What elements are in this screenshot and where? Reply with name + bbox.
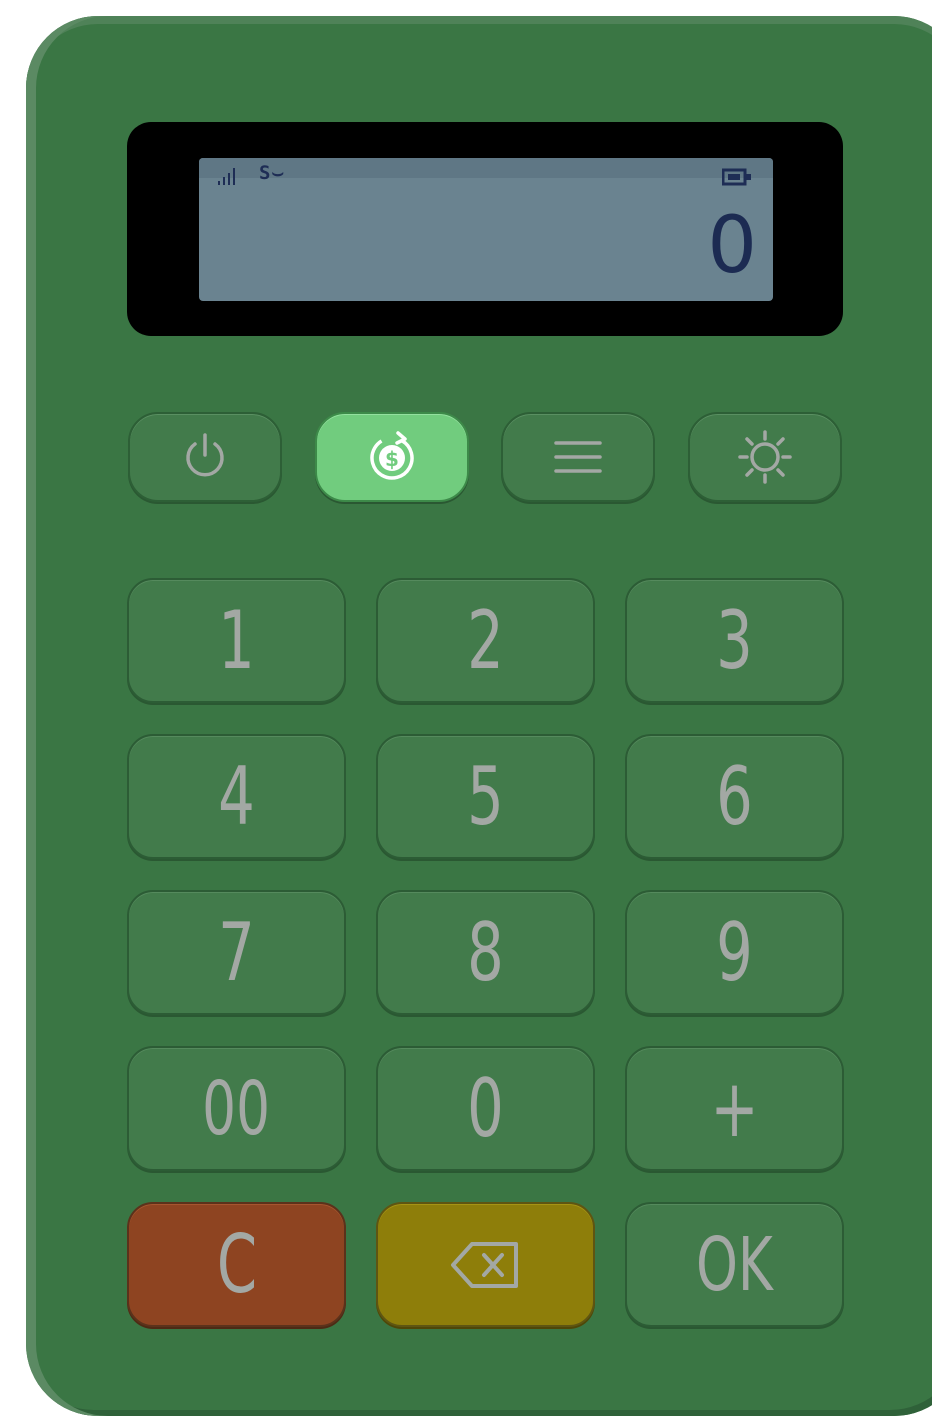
signal-bars-icon [218,168,235,185]
key-6-label: 6 [716,749,753,843]
key-9-label: 9 [716,905,753,999]
clear-button-label: C [216,1217,257,1311]
key-7-label: 7 [218,905,255,999]
key-1-label: 1 [218,593,255,687]
key-0[interactable]: 0 [376,1046,595,1171]
key-4[interactable]: 4 [127,734,346,859]
key-8[interactable]: 8 [376,890,595,1015]
clear-button[interactable]: C [127,1202,346,1327]
key-00[interactable]: 00 [127,1046,346,1171]
backspace-icon [450,1241,518,1288]
key-5[interactable]: 5 [376,734,595,859]
ok-button[interactable]: OK [625,1202,844,1327]
key-5-label: 5 [467,749,504,843]
battery-icon [722,168,751,186]
key-4-label: 4 [218,749,255,843]
settings-button[interactable] [688,412,842,502]
key-0-label: 0 [467,1061,504,1155]
backspace-button[interactable] [376,1202,595,1327]
key-plus[interactable]: + [625,1046,844,1171]
key-2[interactable]: 2 [376,578,595,703]
hamburger-menu-icon [554,441,602,473]
key-3-label: 3 [716,593,753,687]
lcd-display: S⌣ 0 [199,158,773,301]
key-8-label: 8 [467,905,504,999]
key-9[interactable]: 9 [625,890,844,1015]
lcd-status-text: S⌣ [259,162,285,184]
power-icon [186,433,224,477]
key-6[interactable]: 6 [625,734,844,859]
key-3[interactable]: 3 [625,578,844,703]
key-1[interactable]: 1 [127,578,346,703]
svg-text:$: $ [385,447,399,471]
key-2-label: 2 [467,593,504,687]
power-button[interactable] [128,412,282,502]
amount-display: 0 [707,201,757,291]
ok-button-label: OK [696,1221,773,1308]
menu-button[interactable] [501,412,655,502]
lcd-status-bar [199,158,773,178]
key-plus-label: + [710,1061,759,1155]
payment-button[interactable]: $ [315,412,469,502]
key-7[interactable]: 7 [127,890,346,1015]
gear-icon [738,430,792,484]
dollar-refresh-icon: $ [370,431,414,480]
key-00-label: 00 [202,1065,271,1152]
